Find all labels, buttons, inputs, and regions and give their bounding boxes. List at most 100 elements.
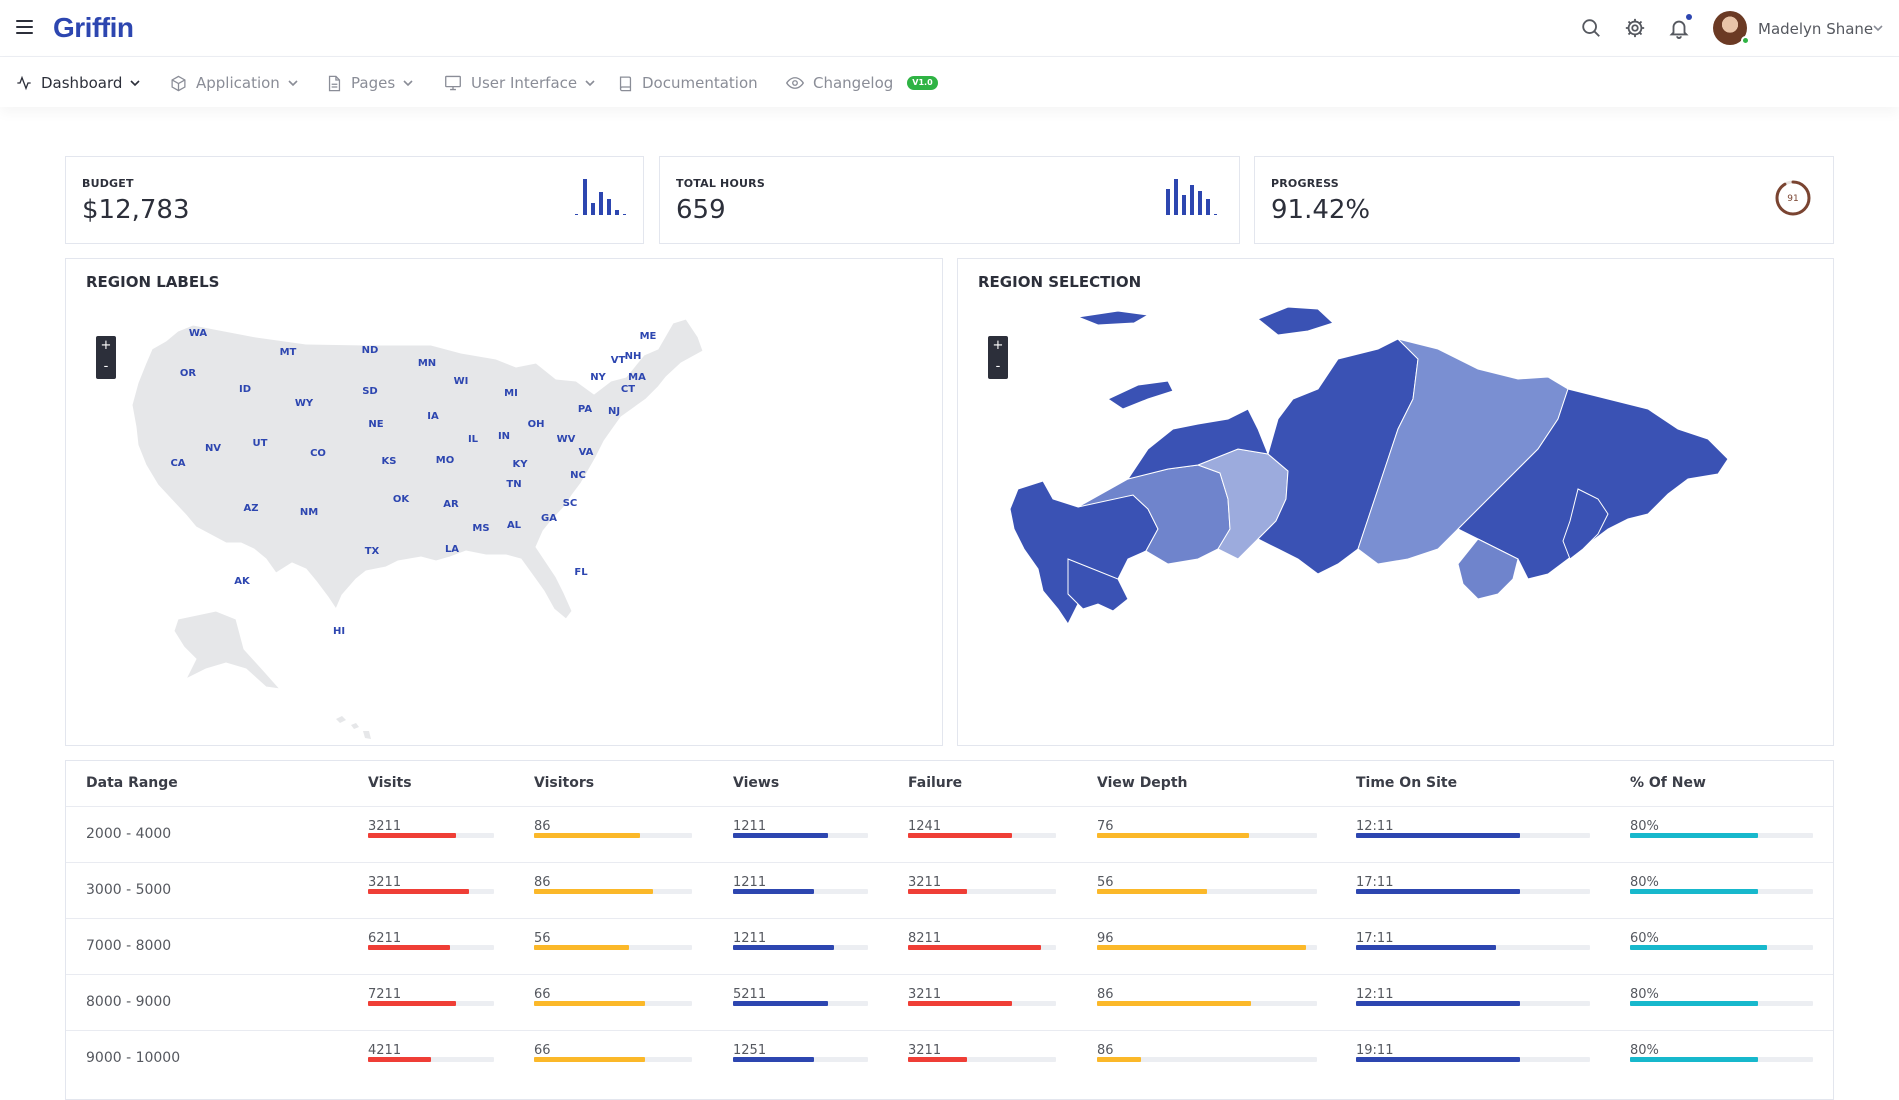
cell-value: 76 bbox=[1097, 819, 1114, 834]
region-arctic-islands[interactable] bbox=[1106, 380, 1174, 410]
progress-bar-fill bbox=[534, 1057, 645, 1062]
th-time-on-site: Time On Site bbox=[1356, 775, 1458, 791]
state-label-sd: SD bbox=[362, 386, 378, 397]
alaska-shape[interactable] bbox=[173, 610, 282, 690]
state-label-ga: GA bbox=[541, 513, 557, 524]
state-label-hi: HI bbox=[333, 626, 345, 637]
cell-depth: 76 bbox=[1097, 819, 1317, 838]
budget-card: BUDGET $12,783 bbox=[65, 156, 644, 244]
state-label-in: IN bbox=[498, 431, 510, 442]
progress-bar bbox=[908, 1057, 1056, 1062]
table-row: 9000 - 10000 4211 66 1251 3211 86 19:11 80% bbox=[66, 1030, 1833, 1086]
table-row: 8000 - 9000 7211 66 5211 3211 86 12:11 80% bbox=[66, 974, 1833, 1030]
cell-views: 1211 bbox=[733, 931, 868, 950]
progress-bar-fill bbox=[733, 945, 834, 950]
cell-value: 12:11 bbox=[1356, 819, 1394, 834]
cell-visitors: 86 bbox=[534, 875, 692, 894]
state-label-sc: SC bbox=[563, 498, 578, 509]
cell-value: 56 bbox=[1097, 875, 1114, 890]
state-label-or: OR bbox=[180, 368, 197, 379]
cell-value: 17:11 bbox=[1356, 931, 1394, 946]
app-logo[interactable]: Griffin bbox=[53, 12, 134, 44]
cell-value: 12:11 bbox=[1356, 987, 1394, 1002]
cell-data-range: 9000 - 10000 bbox=[86, 1050, 181, 1066]
cell-value: 3211 bbox=[908, 875, 942, 890]
region-selection-card: REGION SELECTION + - bbox=[957, 258, 1834, 746]
progress-bar-fill bbox=[1356, 1057, 1520, 1062]
state-label-nh: NH bbox=[625, 351, 642, 362]
cell-time: 17:11 bbox=[1356, 931, 1590, 950]
nav-user-interface[interactable]: User Interface bbox=[444, 73, 595, 93]
cell-new: 80% bbox=[1630, 875, 1813, 894]
region-kola[interactable] bbox=[1076, 310, 1150, 326]
cell-value: 1241 bbox=[908, 819, 942, 834]
progress-bar-fill bbox=[908, 1057, 967, 1062]
chevron-down-icon bbox=[288, 80, 298, 87]
cell-value: 1211 bbox=[733, 875, 767, 890]
state-label-nv: NV bbox=[205, 443, 221, 454]
cell-new: 80% bbox=[1630, 987, 1813, 1006]
state-label-ia: IA bbox=[427, 411, 439, 422]
chevron-down-icon[interactable] bbox=[1873, 24, 1883, 32]
russia-map[interactable] bbox=[958, 259, 1833, 745]
hours-card: TOTAL HOURS 659 bbox=[659, 156, 1240, 244]
cell-depth: 86 bbox=[1097, 987, 1317, 1006]
progress-bar bbox=[1630, 833, 1813, 838]
progress-bar bbox=[908, 945, 1056, 950]
cell-value: 3211 bbox=[368, 819, 402, 834]
cell-value: 8211 bbox=[908, 931, 942, 946]
gear-icon[interactable] bbox=[1624, 17, 1646, 39]
cell-value: 3211 bbox=[908, 987, 942, 1002]
region-novaya-zemlya[interactable] bbox=[1257, 306, 1334, 336]
progress-bar-fill bbox=[733, 1057, 814, 1062]
cell-value: 80% bbox=[1630, 875, 1659, 890]
progress-bar bbox=[1630, 1057, 1813, 1062]
cell-visits: 6211 bbox=[368, 931, 494, 950]
progress-bar bbox=[1097, 1001, 1317, 1006]
state-label-wy: WY bbox=[295, 398, 314, 409]
state-label-ks: KS bbox=[382, 456, 397, 467]
hours-label: TOTAL HOURS bbox=[676, 177, 765, 190]
progress-bar-fill bbox=[908, 833, 1012, 838]
notification-dot bbox=[1686, 14, 1692, 20]
nav-changelog[interactable]: Changelog V1.0 bbox=[786, 73, 938, 93]
nav-documentation[interactable]: Documentation bbox=[618, 73, 758, 93]
state-label-la: LA bbox=[445, 544, 459, 555]
table-row: 7000 - 8000 6211 56 1211 8211 96 17:11 60% bbox=[66, 918, 1833, 974]
us-map[interactable]: WA OR CA NV ID MT WY UT AZ CO NM ND SD NE KS OK TX MN IA MO… bbox=[66, 259, 942, 745]
state-label-co: CO bbox=[310, 448, 326, 459]
cell-visitors: 66 bbox=[534, 987, 692, 1006]
chevron-down-icon bbox=[403, 80, 413, 87]
cell-visitors: 66 bbox=[534, 1043, 692, 1062]
nav-pages[interactable]: Pages bbox=[327, 73, 413, 93]
cell-failure: 3211 bbox=[908, 875, 1056, 894]
cell-views: 5211 bbox=[733, 987, 868, 1006]
cell-value: 4211 bbox=[368, 1043, 402, 1058]
progress-bar-fill bbox=[1630, 889, 1758, 894]
state-label-nc: NC bbox=[570, 470, 586, 481]
progress-card: PROGRESS 91.42% 91 bbox=[1254, 156, 1834, 244]
cell-time: 17:11 bbox=[1356, 875, 1590, 894]
bell-icon[interactable] bbox=[1668, 17, 1690, 39]
nav-application[interactable]: Application bbox=[170, 73, 298, 93]
state-label-nd: ND bbox=[362, 345, 379, 356]
menu-icon[interactable] bbox=[16, 20, 33, 34]
cell-value: 19:11 bbox=[1356, 1043, 1394, 1058]
progress-bar bbox=[534, 1001, 692, 1006]
nav-label: Application bbox=[196, 74, 280, 92]
hawaii-shape[interactable] bbox=[336, 716, 371, 739]
user-name[interactable]: Madelyn Shane bbox=[1758, 20, 1873, 38]
cell-value: 80% bbox=[1630, 1043, 1659, 1058]
search-icon[interactable] bbox=[1580, 17, 1602, 39]
cell-data-range: 2000 - 4000 bbox=[86, 826, 172, 842]
cell-value: 6211 bbox=[368, 931, 402, 946]
state-label-wi: WI bbox=[454, 376, 469, 387]
progress-bar bbox=[1356, 889, 1590, 894]
progress-bar bbox=[1630, 889, 1813, 894]
nav-dashboard[interactable]: Dashboard bbox=[16, 73, 140, 93]
cell-value: 86 bbox=[1097, 987, 1114, 1002]
cell-failure: 1241 bbox=[908, 819, 1056, 838]
cell-value: 66 bbox=[534, 1043, 551, 1058]
progress-bar bbox=[534, 889, 692, 894]
cell-value: 86 bbox=[534, 819, 551, 834]
